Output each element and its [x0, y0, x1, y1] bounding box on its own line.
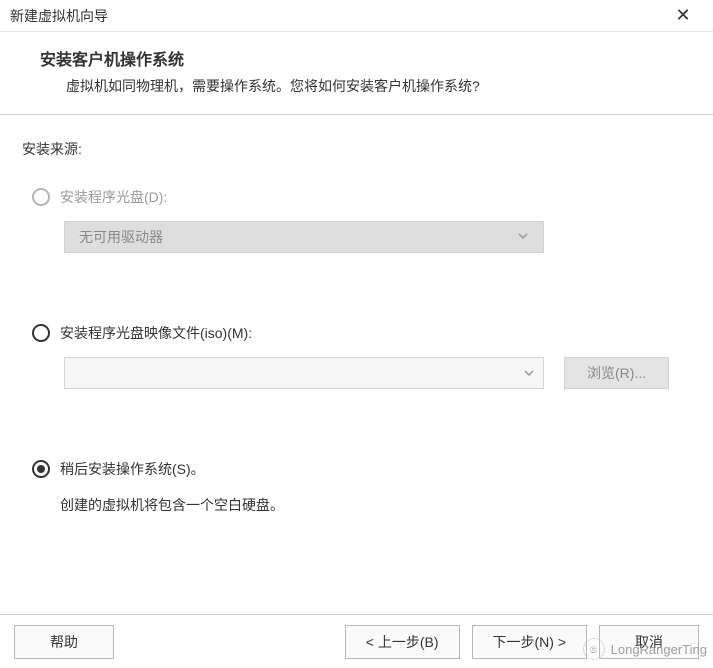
- disc-drive-value: 无可用驱动器: [79, 227, 163, 247]
- page-description: 虚拟机如同物理机，需要操作系统。您将如何安装客户机操作系统?: [40, 76, 673, 96]
- chevron-down-icon[interactable]: [515, 358, 543, 388]
- window-title: 新建虚拟机向导: [10, 6, 108, 26]
- help-button-label: 帮助: [50, 632, 78, 652]
- wizard-header: 安装客户机操作系统 虚拟机如同物理机，需要操作系统。您将如何安装客户机操作系统?: [0, 32, 713, 115]
- back-button[interactable]: < 上一步(B): [345, 625, 460, 659]
- option-iso-label: 安装程序光盘映像文件(iso)(M):: [60, 323, 252, 343]
- option-later-hint: 创建的虚拟机将包含一个空白硬盘。: [60, 495, 691, 515]
- option-disc-label: 安装程序光盘(D):: [60, 187, 167, 207]
- next-button[interactable]: 下一步(N) >: [472, 625, 588, 659]
- iso-path-combo[interactable]: [64, 357, 544, 389]
- option-disc-row: 安装程序光盘(D):: [22, 187, 691, 207]
- titlebar: 新建虚拟机向导 ✕: [0, 0, 713, 32]
- radio-later[interactable]: [32, 460, 50, 478]
- iso-input-row: 浏览(R)...: [64, 357, 691, 389]
- cancel-button-label: 取消: [635, 632, 663, 652]
- close-button[interactable]: ✕: [663, 1, 703, 31]
- option-later-label: 稍后安装操作系统(S)。: [60, 459, 205, 479]
- option-later-row[interactable]: 稍后安装操作系统(S)。: [22, 459, 691, 479]
- next-button-label: 下一步(N) >: [493, 632, 567, 652]
- browse-button: 浏览(R)...: [564, 357, 669, 389]
- install-source-label: 安装来源:: [22, 139, 691, 159]
- wizard-footer: 帮助 < 上一步(B) 下一步(N) > 取消: [0, 614, 713, 668]
- disc-drive-dropdown: 无可用驱动器: [64, 221, 544, 253]
- close-icon: ✕: [675, 5, 690, 26]
- cancel-button[interactable]: 取消: [599, 625, 699, 659]
- radio-iso[interactable]: [32, 324, 50, 342]
- browse-button-label: 浏览(R)...: [587, 363, 646, 383]
- radio-disc: [32, 188, 50, 206]
- option-iso-row[interactable]: 安装程序光盘映像文件(iso)(M):: [22, 323, 691, 343]
- help-button[interactable]: 帮助: [14, 625, 114, 659]
- page-heading: 安装客户机操作系统: [40, 46, 673, 70]
- chevron-down-icon: [517, 229, 529, 245]
- wizard-content: 安装来源: 安装程序光盘(D): 无可用驱动器 安装程序光盘映像文件(iso)(…: [0, 115, 713, 525]
- back-button-label: < 上一步(B): [366, 632, 439, 652]
